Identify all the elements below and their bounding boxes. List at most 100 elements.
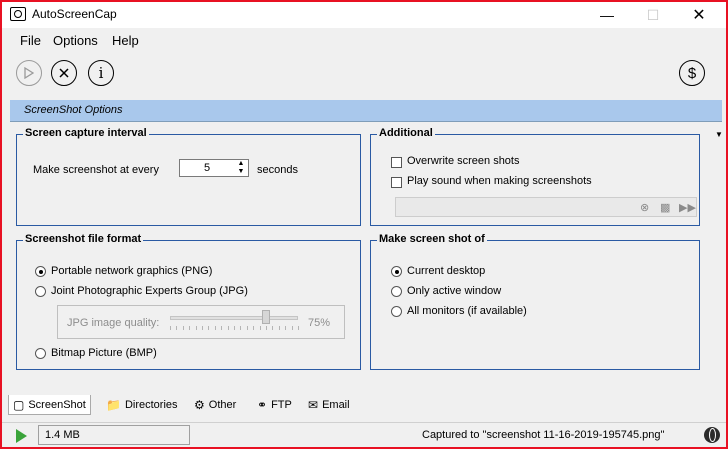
jpg-quality-box: JPG image quality: 75% [57, 305, 345, 339]
interval-prefix-label: Make screenshot at every [33, 164, 159, 176]
slider-tick [182, 326, 184, 330]
menu-file[interactable]: File [20, 33, 41, 48]
chevron-down-icon: ▼ [715, 130, 723, 139]
current-desktop-label: Current desktop [407, 265, 486, 277]
fast-forward-icon[interactable]: ▶▶ [679, 201, 696, 214]
slider-tick [266, 326, 267, 330]
app-window: AutoScreenCap — ☐ ✕ File Options Help ▼ … [0, 0, 728, 449]
group-title: Additional [377, 127, 435, 139]
donate-button[interactable]: $ [679, 60, 705, 86]
interval-spinner[interactable]: 5 ▲ ▼ [179, 159, 249, 177]
play-icon [24, 67, 34, 79]
tab-label: FTP [271, 399, 292, 411]
slider-tick [176, 326, 178, 330]
close-circle-icon [59, 68, 69, 78]
close-button[interactable]: ✕ [676, 2, 722, 28]
group-title: Make screen shot of [377, 233, 487, 245]
additional-group: Additional Overwrite screen shots Play s… [370, 127, 700, 226]
slider-tick [291, 326, 293, 330]
tab-email[interactable]: ✉ Email [304, 395, 354, 415]
menu-bar: File Options Help ▼ [2, 28, 726, 72]
overwrite-label: Overwrite screen shots [407, 155, 520, 167]
slider-tick [208, 326, 210, 330]
jpg-quality-slider[interactable] [170, 316, 298, 320]
capture-target-group: Make screen shot of Current desktop Only… [370, 233, 700, 370]
overwrite-checkbox[interactable] [391, 157, 402, 168]
tab-other[interactable]: ⚙ Other [190, 395, 240, 415]
play-sound-checkbox[interactable] [391, 177, 402, 188]
tab-ftp[interactable]: ⚭ FTP [253, 395, 296, 415]
slider-tick [253, 326, 255, 330]
section-title: ScreenShot Options [24, 104, 123, 116]
play-icon[interactable] [16, 429, 27, 443]
info-icon: i [98, 64, 104, 82]
active-window-label: Only active window [407, 285, 502, 297]
menu-options[interactable]: Options [53, 33, 98, 48]
toolbar: i $ ▼ [2, 52, 726, 139]
jpg-quality-label: JPG image quality: [67, 317, 160, 329]
last-capture-status: Captured to "screenshot 11-16-2019-19574… [422, 429, 665, 441]
all-monitors-label: All monitors (if available) [407, 305, 527, 317]
tab-label: Directories [124, 399, 178, 411]
play-sound-label: Play sound when making screenshots [407, 175, 592, 187]
slider-tick [285, 326, 287, 330]
slider-tick [170, 326, 171, 330]
spinner-arrows-icon[interactable]: ▲ ▼ [236, 160, 246, 176]
tab-directories[interactable]: 📁 Directories [102, 395, 182, 415]
minimize-button[interactable]: — [584, 2, 630, 28]
slider-tick [214, 326, 216, 330]
bmp-radio[interactable] [35, 348, 46, 359]
menu-help[interactable]: Help [112, 33, 139, 48]
tab-screenshot[interactable]: ▢ ScreenShot [8, 395, 91, 415]
png-label: Portable network graphics (PNG) [51, 265, 213, 277]
interval-suffix-label: seconds [257, 164, 298, 176]
window-title: AutoScreenCap [32, 7, 117, 21]
maximize-button[interactable]: ☐ [630, 2, 676, 28]
jpg-label: Joint Photographic Experts Group (JPG) [51, 285, 248, 297]
slider-thumb[interactable] [262, 310, 270, 324]
png-radio[interactable] [35, 266, 46, 277]
folder-icon: 📁 [106, 398, 121, 412]
folder-icon[interactable]: ▩ [660, 201, 670, 214]
info-button[interactable]: i [88, 60, 114, 86]
current-desktop-radio[interactable] [391, 266, 402, 277]
slider-tick [259, 326, 261, 330]
tab-label: ScreenShot [28, 398, 86, 411]
camera-icon [10, 7, 26, 21]
slider-tick [246, 326, 248, 330]
all-monitors-radio[interactable] [391, 306, 402, 317]
key-icon: ⚭ [257, 398, 268, 412]
stop-capture-button[interactable] [51, 60, 77, 86]
slider-tick [221, 326, 223, 330]
sound-file-field[interactable]: ⊗ ▩ ▶▶ [395, 197, 697, 217]
slider-tick [189, 326, 191, 330]
slider-tick [298, 326, 299, 330]
folder-size: 1.4 MB [38, 425, 190, 445]
envelope-icon: ✉ [308, 398, 319, 412]
slider-tick [278, 326, 280, 330]
tab-bar: ▢ ScreenShot 📁 Directories ⚙ Other ⚭ FTP… [2, 394, 726, 416]
slider-tick [272, 326, 274, 330]
tab-label: Email [322, 399, 350, 411]
slider-tick [234, 326, 235, 330]
status-bar: 1.4 MB Captured to "screenshot 11-16-201… [2, 422, 726, 447]
start-capture-button[interactable] [16, 60, 42, 86]
file-format-group: Screenshot file format Portable network … [16, 233, 361, 370]
slider-tick [240, 326, 242, 330]
tab-label: Other [208, 399, 237, 411]
group-title: Screenshot file format [23, 233, 144, 245]
section-header: ScreenShot Options [10, 100, 722, 122]
title-bar: AutoScreenCap — ☐ ✕ [2, 2, 726, 28]
bmp-label: Bitmap Picture (BMP) [51, 347, 157, 359]
globe-icon[interactable] [704, 427, 720, 443]
active-window-radio[interactable] [391, 286, 402, 297]
slider-tick [202, 326, 203, 330]
jpg-quality-value: 75% [308, 317, 331, 329]
screenshot-icon: ▢ [13, 397, 25, 412]
capture-interval-group: Screen capture interval Make screenshot … [16, 127, 361, 226]
dollar-icon: $ [687, 64, 697, 82]
slider-tick [227, 326, 229, 330]
jpg-radio[interactable] [35, 286, 46, 297]
gear-icon: ⚙ [194, 398, 205, 412]
clear-icon[interactable]: ⊗ [640, 201, 649, 214]
